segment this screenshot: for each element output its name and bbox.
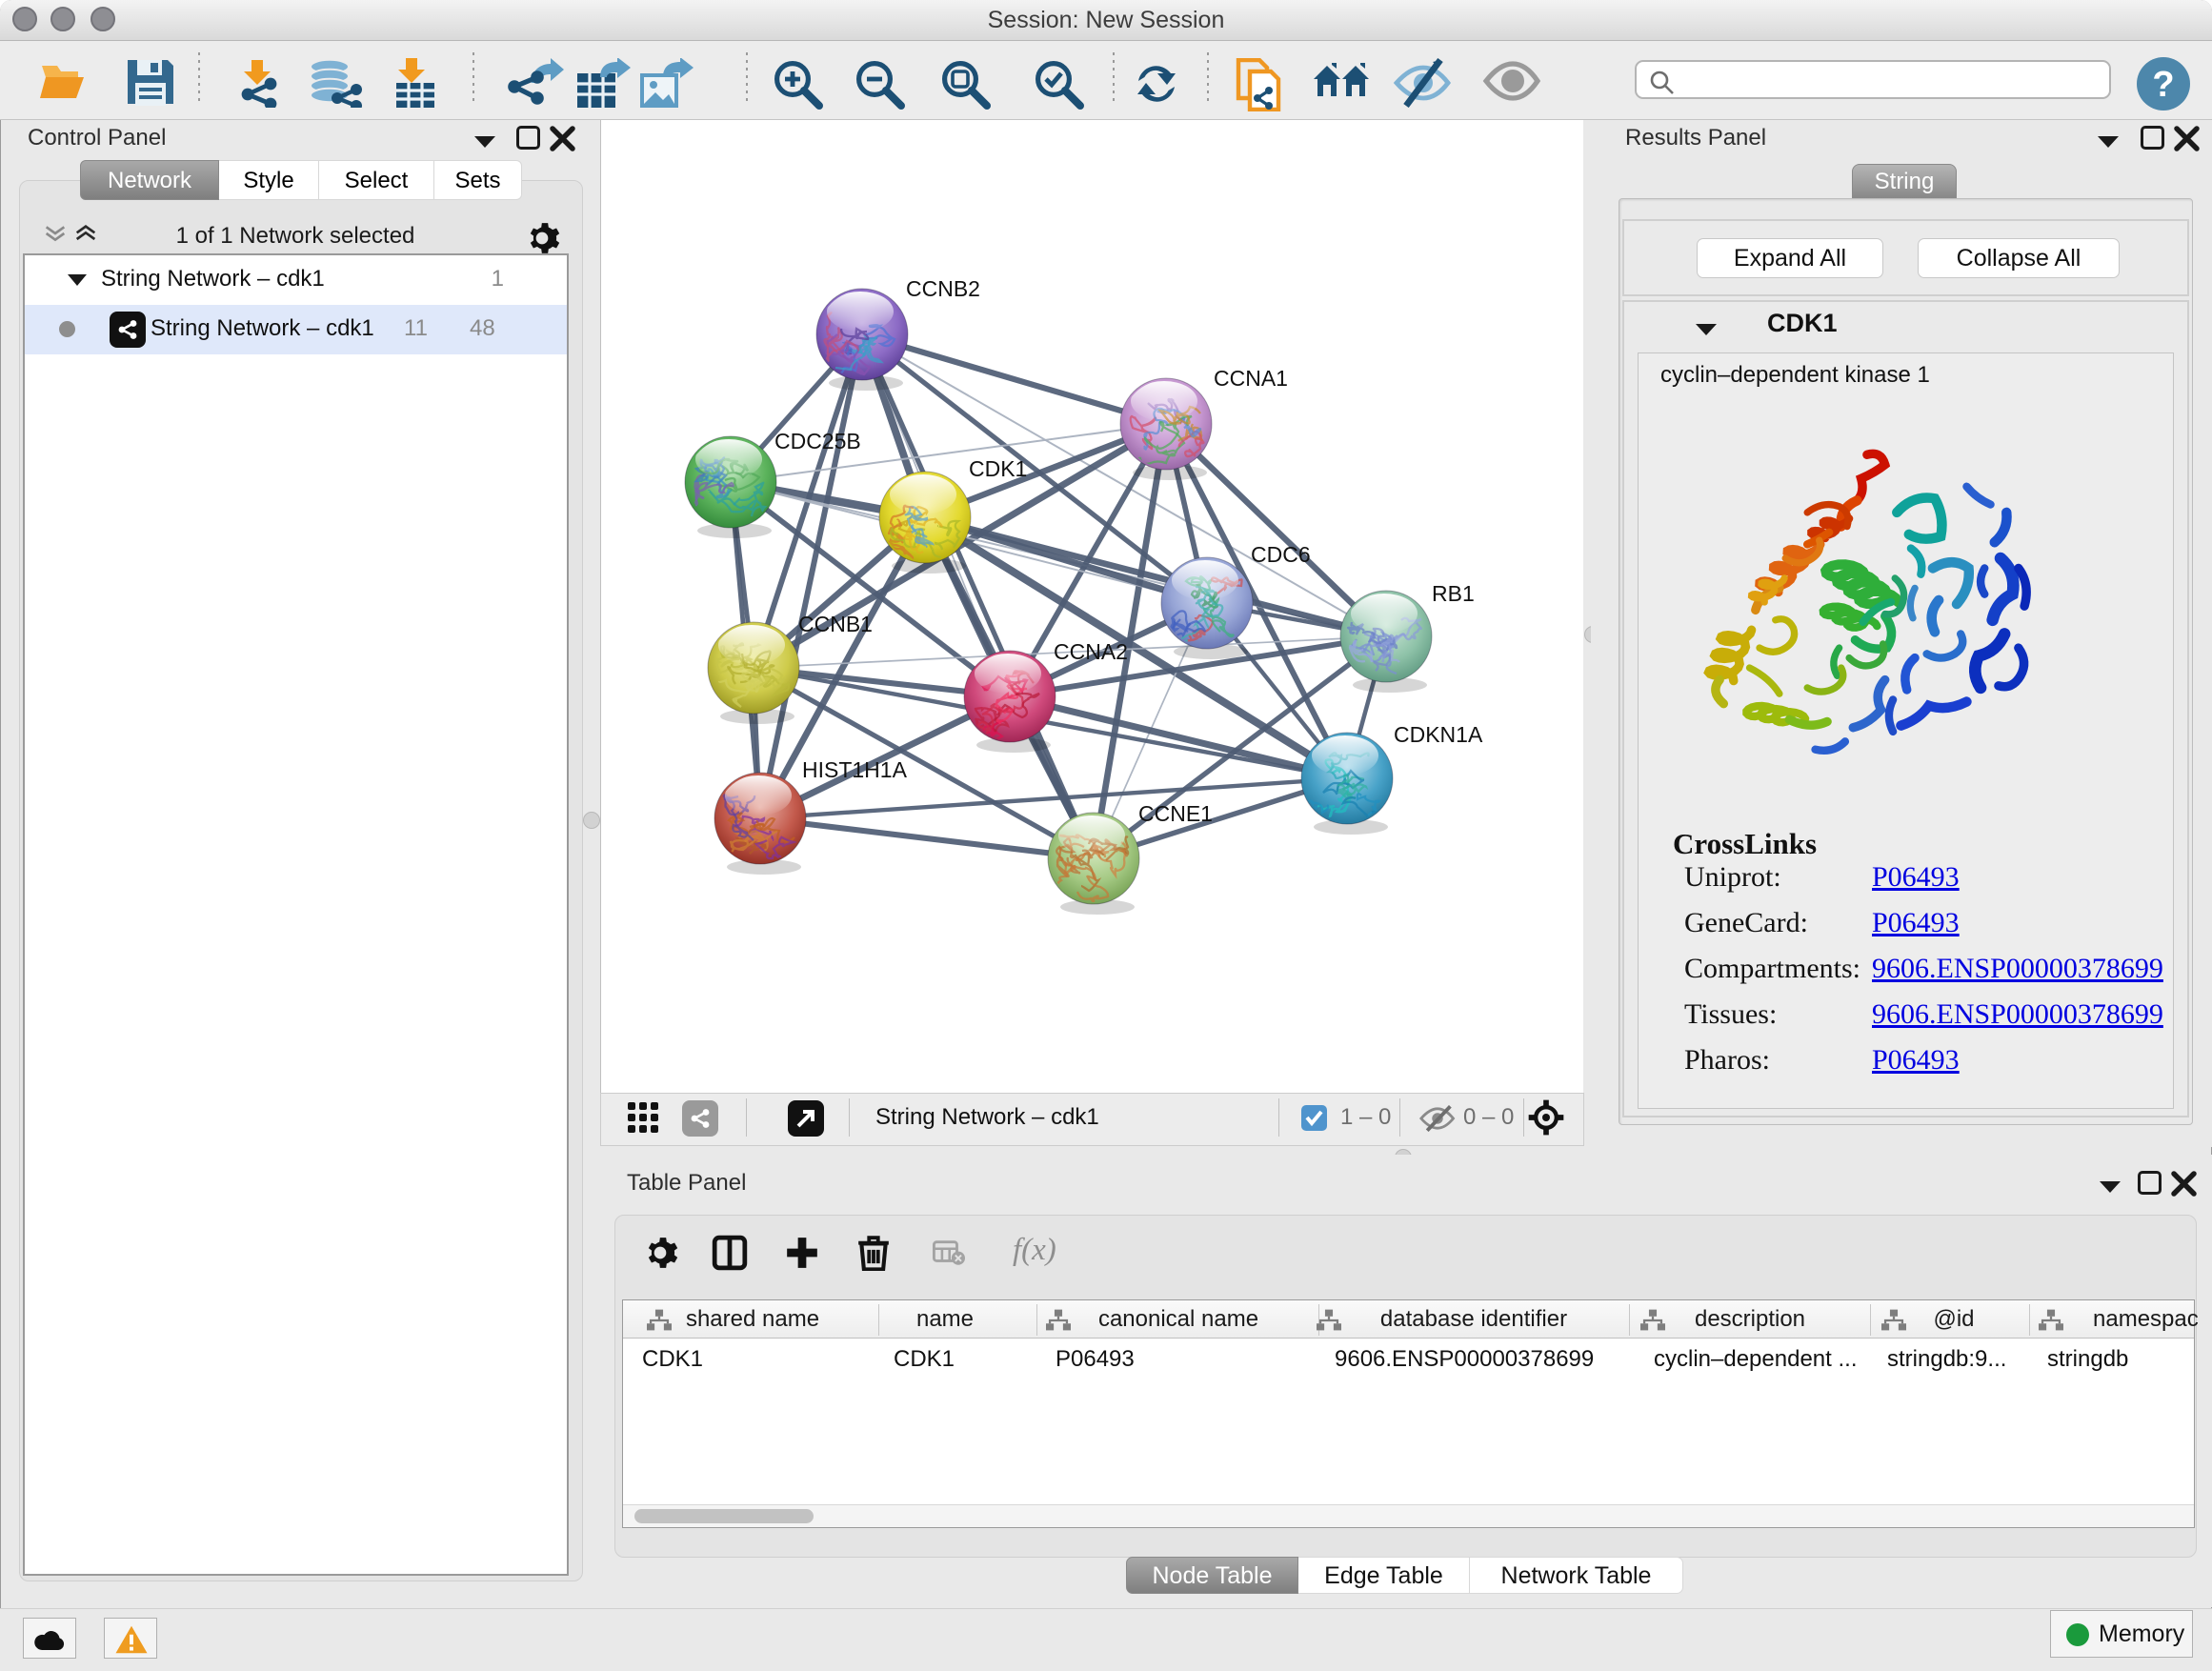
svg-text:CDC25B: CDC25B	[774, 429, 861, 453]
svg-text:?: ?	[2152, 65, 2174, 105]
svg-text:CCNE1: CCNE1	[1138, 801, 1213, 826]
svg-text:HIST1H1A: HIST1H1A	[802, 757, 908, 782]
svg-text:CDK1: CDK1	[969, 456, 1027, 481]
svg-text:CCNB1: CCNB1	[798, 612, 873, 636]
svg-text:CCNA2: CCNA2	[1054, 639, 1128, 664]
svg-text:CDC6: CDC6	[1251, 542, 1311, 567]
svg-text:CDKN1A: CDKN1A	[1394, 722, 1483, 747]
svg-text:CCNA1: CCNA1	[1214, 366, 1288, 391]
svg-text:CCNB2: CCNB2	[906, 276, 980, 301]
svg-text:RB1: RB1	[1432, 581, 1475, 606]
